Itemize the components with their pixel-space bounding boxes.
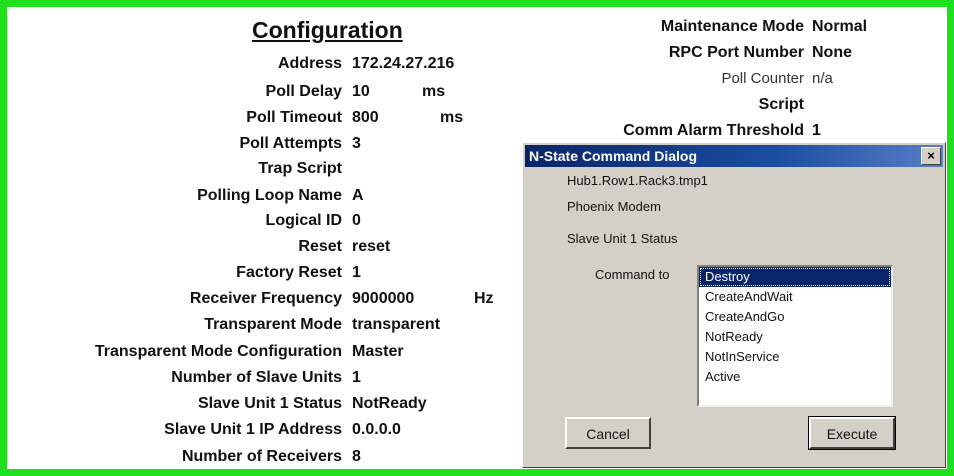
field-unit-poll-delay: ms — [422, 83, 446, 100]
command-listbox[interactable]: Destroy CreateAndWait CreateAndGo NotRea… — [697, 265, 893, 407]
execute-button[interactable]: Execute — [808, 416, 896, 450]
field-value-slave-unit-1-ip: 0.0.0.0 — [352, 421, 401, 438]
command-option-createandgo[interactable]: CreateAndGo — [699, 307, 891, 327]
field-unit-receiver-frequency: Hz — [474, 290, 494, 307]
nstate-command-dialog: N-State Command Dialog × Hub1.Row1.Rack3… — [522, 142, 946, 468]
cancel-button[interactable]: Cancel — [565, 417, 651, 449]
field-value-slave-unit-1-status[interactable]: NotReady — [352, 394, 427, 414]
right-label-poll-counter: Poll Counter — [721, 70, 804, 87]
dialog-title: N-State Command Dialog — [529, 148, 698, 164]
command-option-notinservice[interactable]: NotInService — [699, 347, 891, 367]
field-label-logical-id: Logical ID — [265, 212, 342, 229]
field-label-factory-reset: Factory Reset — [236, 264, 342, 281]
field-label-number-of-receivers: Number of Receivers — [181, 448, 342, 465]
field-value-factory-reset: 1 — [352, 264, 361, 281]
field-label-poll-timeout: Poll Timeout — [246, 109, 342, 126]
field-value-transparent-mode: transparent — [352, 316, 441, 333]
right-label-script: Script — [758, 96, 804, 113]
command-option-createandwait[interactable]: CreateAndWait — [699, 287, 891, 307]
right-label-rpc-port-number: RPC Port Number — [668, 44, 804, 61]
field-value-receiver-frequency: 9000000 — [352, 290, 415, 307]
right-label-comm-alarm-threshold: Comm Alarm Threshold — [623, 122, 804, 139]
dialog-device: Phoenix Modem — [567, 199, 661, 214]
config-title: Configuration — [252, 17, 403, 43]
right-value-comm-alarm-threshold: 1 — [812, 122, 821, 139]
right-value-poll-counter: n/a — [812, 70, 833, 87]
field-label-transparent-mode-configuration: Transparent Mode Configuration — [94, 343, 342, 360]
field-value-poll-timeout: 800 — [352, 109, 379, 126]
command-option-destroy[interactable]: Destroy — [699, 267, 891, 287]
field-value-poll-delay: 10 — [352, 83, 370, 100]
field-label-number-of-slave-units: Number of Slave Units — [171, 369, 342, 386]
dialog-titlebar[interactable]: N-State Command Dialog — [525, 145, 943, 167]
field-value-poll-attempts: 3 — [352, 135, 361, 152]
field-label-trap-script: Trap Script — [258, 160, 342, 177]
dialog-path: Hub1.Row1.Rack3.tmp1 — [567, 173, 708, 188]
right-value-maintenance-mode: Normal — [812, 18, 868, 35]
field-value-address: 172.24.27.216 — [352, 55, 455, 72]
right-value-rpc-port-number: None — [812, 44, 852, 61]
field-label-polling-loop-name: Polling Loop Name — [197, 187, 342, 204]
field-value-logical-id: 0 — [352, 212, 361, 229]
field-label-reset: Reset — [298, 238, 342, 255]
field-label-poll-attempts: Poll Attempts — [239, 135, 342, 152]
close-icon[interactable]: × — [921, 147, 941, 165]
field-label-slave-unit-1-status: Slave Unit 1 Status — [197, 395, 342, 412]
right-label-maintenance-mode: Maintenance Mode — [660, 18, 804, 35]
field-value-transparent-mode-configuration: Master — [352, 343, 404, 360]
command-option-notready[interactable]: NotReady — [699, 327, 891, 347]
field-unit-poll-timeout: ms — [440, 109, 464, 126]
field-label-transparent-mode: Transparent Mode — [204, 316, 342, 333]
field-value-number-of-slave-units: 1 — [352, 369, 361, 386]
field-value-reset: reset — [352, 238, 391, 255]
field-value-number-of-receivers: 8 — [352, 448, 361, 465]
field-label-address: Address — [277, 55, 342, 72]
command-to-label: Command to — [595, 267, 670, 282]
command-option-active[interactable]: Active — [699, 367, 891, 387]
field-label-slave-unit-1-ip: Slave Unit 1 IP Address — [164, 421, 342, 438]
field-label-poll-delay: Poll Delay — [265, 83, 342, 100]
dialog-variable: Slave Unit 1 Status — [567, 231, 678, 246]
field-label-receiver-frequency: Receiver Frequency — [189, 290, 342, 307]
field-value-polling-loop-name: A — [352, 187, 364, 204]
